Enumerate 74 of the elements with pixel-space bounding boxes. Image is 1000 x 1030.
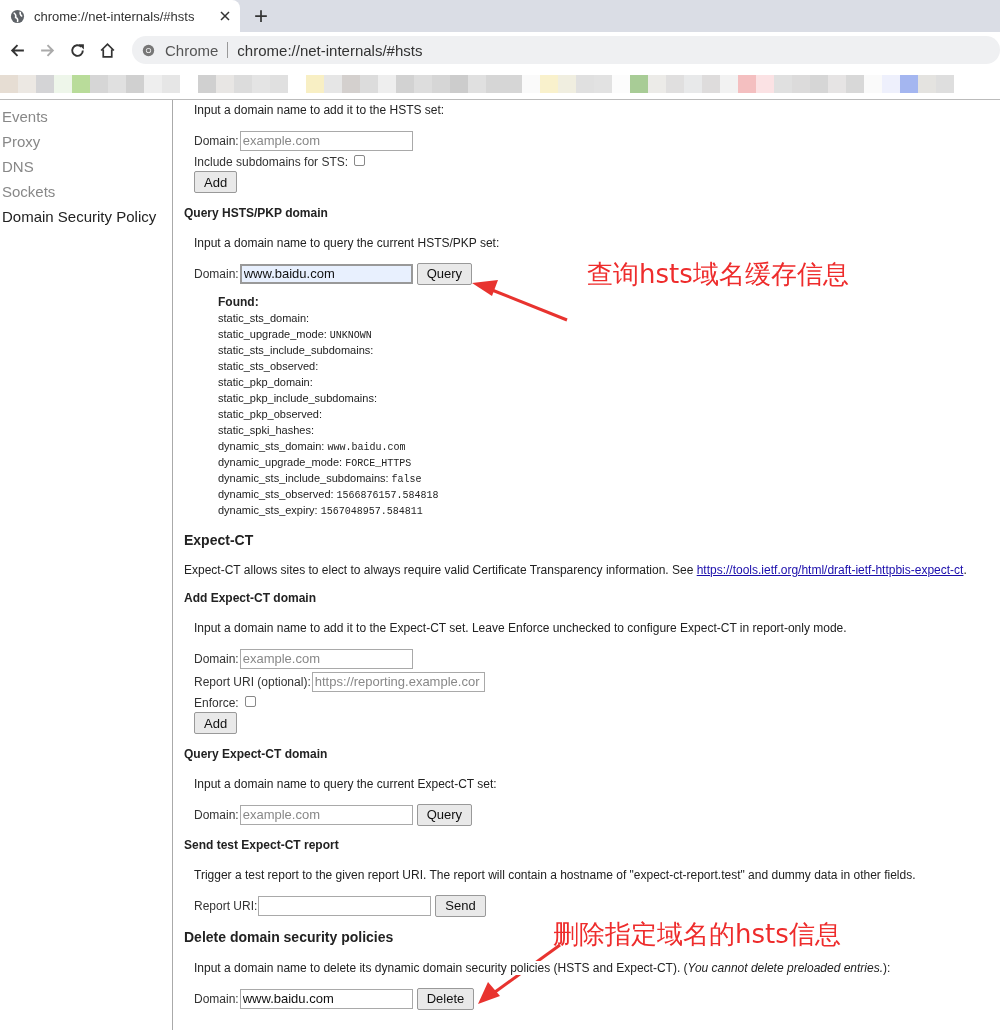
field-label: Domain: <box>194 133 239 148</box>
action-button[interactable]: Query <box>416 803 473 826</box>
result-key: static_pkp_domain: <box>218 374 313 390</box>
section-subheading: Query HSTS/PKP domain <box>184 206 328 220</box>
input-field[interactable]: www.baidu.com <box>239 988 413 1009</box>
section-subheading: Add Expect-CT domain <box>184 591 316 605</box>
action-button[interactable]: Delete <box>416 987 475 1010</box>
result-key: static_sts_domain: <box>218 310 310 326</box>
instruction-text: Input a domain name to add it to the Expect-CT set. Leave Enforce unchecked to configure Expect-CT in report-only mode. <box>194 620 848 637</box>
result-value: FORCE_HTTPS <box>345 457 412 471</box>
instruction-text: Input a domain name to query the current Expect-CT set: <box>194 776 498 793</box>
field-label: Domain: <box>194 991 239 1006</box>
input-field[interactable]: example.com <box>239 804 413 825</box>
section-subheading: Send test Expect-CT report <box>184 838 339 852</box>
result-key: dynamic_sts_expiry: <box>218 502 318 518</box>
sidebar-item[interactable]: Proxy <box>0 129 172 154</box>
result-key: static_upgrade_mode: <box>218 326 327 342</box>
action-button[interactable]: Query <box>416 262 473 285</box>
globe-icon <box>10 8 25 24</box>
sidebar-item[interactable]: Domain Security Policy <box>0 204 172 229</box>
result-value: false <box>391 473 422 487</box>
new-tab-button[interactable]: + <box>254 2 268 30</box>
section-heading: Expect-CT <box>184 532 255 548</box>
result-value: 1567048957.584811 <box>320 505 423 519</box>
sidebar-item[interactable]: Events <box>0 104 172 129</box>
close-icon[interactable] <box>220 11 230 21</box>
checkbox-label: Include subdomains for STS: <box>194 155 349 169</box>
result-value: 1566876157.584818 <box>336 489 439 503</box>
description-text: Expect-CT allows sites to elect to always require valid Certificate Transparency information. See https://tools.ietf.org/html/draft-ietf-httpbis-expect-ct. <box>184 562 968 578</box>
add-button[interactable]: Add <box>194 712 238 734</box>
instruction-text: Input a domain name to add it to the HSTS set: <box>194 102 446 119</box>
add-button[interactable]: Add <box>194 171 238 193</box>
checkbox-label: Enforce: <box>194 696 239 710</box>
input-field[interactable]: example.com <box>239 648 413 669</box>
input-field[interactable]: example.com <box>239 130 413 151</box>
result-key: dynamic_sts_include_subdomains: <box>218 470 389 486</box>
annotation-text: 查询hsts域名缓存信息 <box>587 258 849 291</box>
result-key: static_spki_hashes: <box>218 422 314 438</box>
checkbox[interactable] <box>244 695 256 707</box>
input-field[interactable] <box>258 895 432 916</box>
result-key: static_pkp_observed: <box>218 406 322 422</box>
address-bar[interactable]: Chrome chrome://net-internals/#hsts <box>132 36 1000 64</box>
instruction-text: Input a domain name to query the current HSTS/PKP set: <box>194 235 501 252</box>
annotation-text: 删除指定域名的hsts信息 <box>553 918 841 951</box>
result-key: dynamic_sts_domain: <box>218 438 325 454</box>
result-value: UNKNOWN <box>329 329 372 343</box>
result-key: static_pkp_include_subdomains: <box>218 390 377 406</box>
reload-icon[interactable] <box>69 41 86 59</box>
browser-tab[interactable]: chrome://net-internals/#hsts <box>0 0 240 32</box>
url-text: chrome://net-internals/#hsts <box>237 41 423 59</box>
instruction-text: Trigger a test report to the given report URI. The report will contain a hostname of "expect-ct-report.test" and dummy data in other fields. <box>194 867 917 884</box>
checkbox[interactable] <box>354 154 366 166</box>
results-title: Found: <box>218 294 260 310</box>
field-label: Domain: <box>194 807 239 822</box>
input-field[interactable]: www.baidu.com <box>239 263 413 284</box>
home-icon[interactable] <box>99 41 116 59</box>
result-key: static_sts_include_subdomains: <box>218 342 374 358</box>
sidebar-item[interactable]: DNS <box>0 154 172 179</box>
site-label: Chrome <box>165 41 219 59</box>
chrome-logo-icon <box>142 43 155 57</box>
field-label: Report URI (optional): <box>194 674 311 689</box>
field-label: Report URI: <box>194 898 258 913</box>
tab-title: chrome://net-internals/#hsts <box>34 8 196 24</box>
section-subheading: Query Expect-CT domain <box>184 747 328 761</box>
action-button[interactable]: Send <box>435 894 486 917</box>
result-value: www.baidu.com <box>327 441 406 455</box>
input-field[interactable]: https://reporting.example.cor <box>311 671 485 692</box>
field-label: Domain: <box>194 266 239 281</box>
section-subheading: Delete domain security policies <box>184 929 394 945</box>
field-label: Domain: <box>194 651 239 666</box>
result-key: static_sts_observed: <box>218 358 319 374</box>
result-key: dynamic_upgrade_mode: <box>218 454 343 470</box>
result-key: dynamic_sts_observed: <box>218 486 334 502</box>
sidebar-item[interactable]: Sockets <box>0 179 172 204</box>
